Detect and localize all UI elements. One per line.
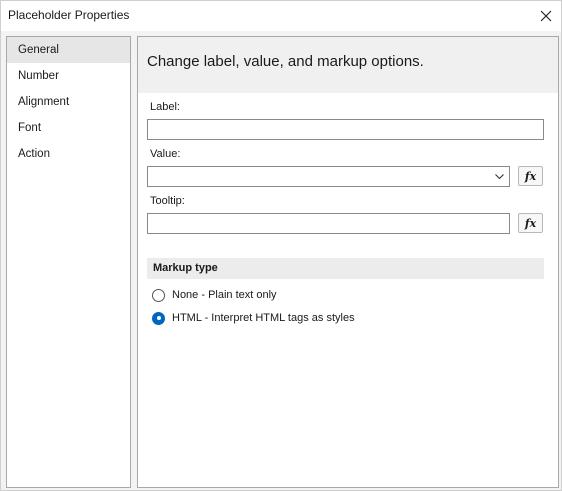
sidebar-item-general[interactable]: General (7, 37, 130, 63)
markup-option-html[interactable]: HTML - Interpret HTML tags as styles (152, 310, 355, 326)
tooltip-field-label: Tooltip: (150, 195, 185, 207)
sidebar-item-label: Number (18, 70, 59, 82)
function-icon: fx (524, 216, 537, 230)
sidebar-item-label: General (18, 44, 59, 56)
sidebar-item-label: Action (18, 148, 50, 160)
dialog-title: Placeholder Properties (8, 8, 130, 22)
close-icon (540, 10, 552, 22)
value-expression-button[interactable]: fx (518, 166, 543, 186)
radio-button-html[interactable] (152, 311, 165, 325)
radio-button-none[interactable] (152, 288, 165, 302)
sidebar-nav: General Number Alignment Font Action (6, 36, 131, 488)
markup-type-section-header: Markup type (147, 258, 544, 279)
sidebar-item-font[interactable]: Font (7, 115, 130, 141)
panel-header: Change label, value, and markup options. (138, 37, 558, 93)
sidebar-item-action[interactable]: Action (7, 141, 130, 167)
sidebar-item-alignment[interactable]: Alignment (7, 89, 130, 115)
tooltip-expression-button[interactable]: fx (518, 213, 543, 233)
radio-label: HTML - Interpret HTML tags as styles (172, 312, 355, 324)
sidebar-item-label: Font (18, 122, 42, 134)
placeholder-properties-dialog: Placeholder Properties General Number Al… (0, 0, 562, 491)
panel-heading: Change label, value, and markup options. (147, 53, 424, 70)
tooltip-input[interactable] (147, 213, 510, 234)
function-icon: fx (524, 169, 537, 183)
close-button[interactable] (531, 1, 561, 31)
value-combobox[interactable] (147, 166, 510, 187)
title-bar: Placeholder Properties (1, 1, 561, 31)
label-field-label: Label: (150, 101, 180, 113)
general-panel: Change label, value, and markup options.… (137, 36, 559, 488)
value-field-label: Value: (150, 148, 181, 160)
sidebar-item-number[interactable]: Number (7, 63, 130, 89)
section-title: Markup type (153, 262, 218, 274)
chevron-down-icon (495, 174, 504, 180)
radio-label: None - Plain text only (172, 289, 277, 301)
label-input[interactable] (147, 119, 544, 140)
sidebar-item-label: Alignment (18, 96, 70, 108)
markup-option-none[interactable]: None - Plain text only (152, 287, 277, 303)
